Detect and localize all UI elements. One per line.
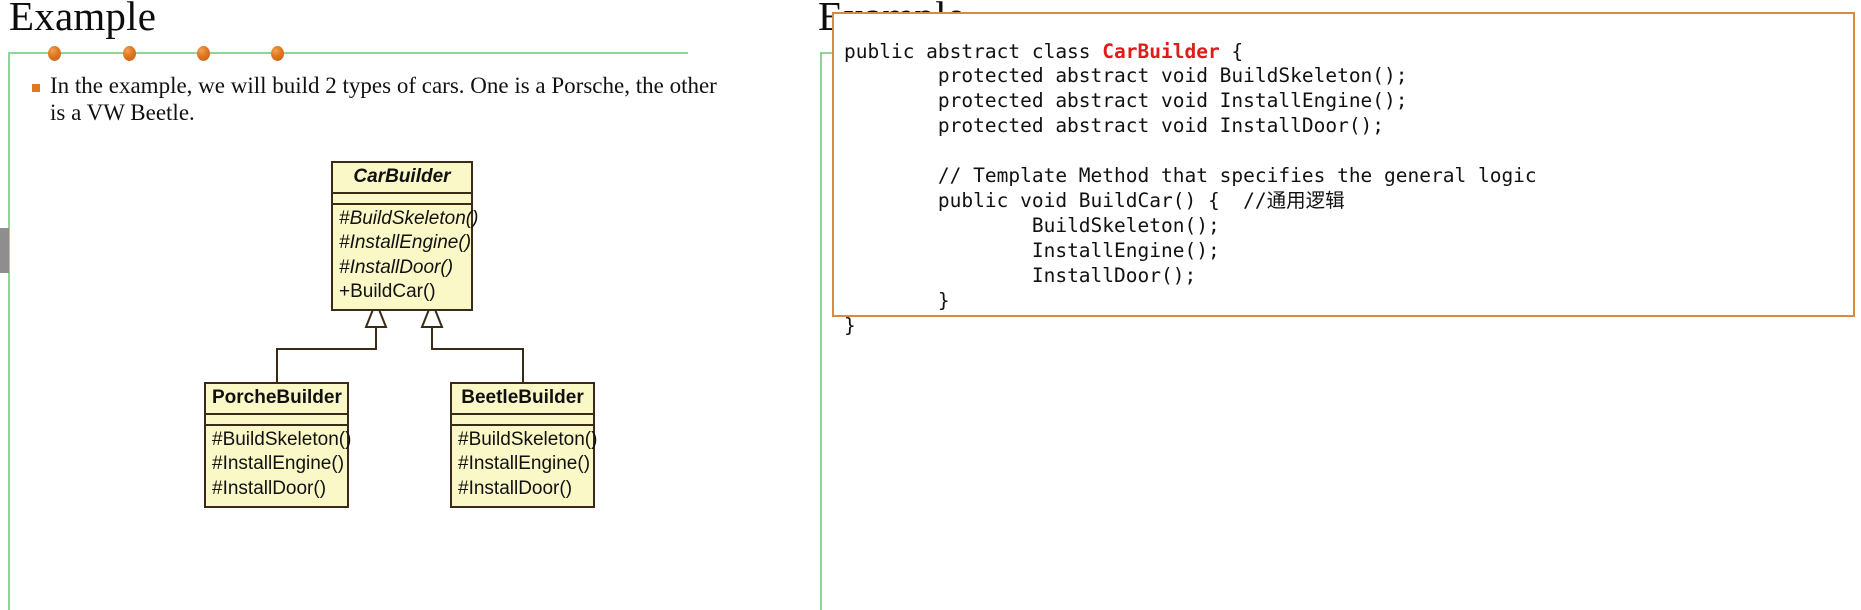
uml-operation: #InstallDoor(): [458, 477, 573, 499]
code-line: // Template Method that specifies the ge…: [844, 164, 1537, 187]
code-token: protected abstract void InstallDoor();: [937, 114, 1385, 138]
code-token: public void BuildCar() { //通用逻辑: [937, 189, 1345, 213]
code-line: InstallDoor();: [844, 264, 1196, 287]
uml-operations-compartment: #BuildSkeleton() #InstallEngine() #Insta…: [333, 205, 479, 309]
uml-operations-compartment: #BuildSkeleton() #InstallEngine() #Insta…: [206, 426, 352, 506]
slide-left: Example In the example, we will build 2 …: [0, 0, 810, 610]
bullet-text: In the example, we will build 2 types of…: [50, 73, 717, 126]
page-title: Example: [9, 0, 157, 39]
uml-operation: #InstallEngine(): [339, 232, 472, 254]
code-line: public void BuildCar() { //通用逻辑: [844, 189, 1345, 212]
code-token: BuildSkeleton();: [1031, 214, 1220, 238]
collapsed-panel-tab[interactable]: [0, 228, 9, 273]
uml-class-name: BeetleBuilder: [452, 384, 593, 415]
bead-decoration-2: [123, 46, 136, 61]
code-class-name: CarBuilder: [1102, 39, 1220, 63]
code-line: BuildSkeleton();: [844, 214, 1220, 237]
bead-decoration-3: [197, 46, 210, 61]
uml-class-carbuilder: CarBuilder #BuildSkeleton() #InstallEngi…: [331, 161, 479, 312]
slide-left-header-rule: [8, 52, 688, 54]
code-token: InstallDoor();: [1031, 264, 1197, 288]
list-item: In the example, we will build 2 types of…: [32, 72, 732, 126]
uml-attributes-compartment: [333, 194, 471, 205]
code-token: protected abstract void BuildSkeleton();: [937, 64, 1408, 88]
uml-operation: #InstallDoor(): [212, 477, 327, 499]
code-block: public abstract class CarBuilder { prote…: [832, 12, 1861, 337]
uml-operation: #BuildSkeleton(): [458, 429, 598, 450]
slide-deck: Example In the example, we will build 2 …: [0, 0, 1861, 610]
code-token: }: [937, 289, 950, 313]
uml-operation: #InstallEngine(): [458, 453, 591, 475]
uml-operation: #InstallDoor(): [339, 256, 454, 278]
code-line: }: [844, 314, 856, 337]
code-line: public abstract class CarBuilder {: [844, 40, 1243, 63]
code-line: InstallEngine();: [844, 239, 1220, 262]
code-text: public abstract class CarBuilder { prote…: [844, 40, 1537, 339]
code-token: public abstract class: [844, 39, 1103, 63]
uml-attributes-compartment: [452, 415, 593, 426]
code-token: InstallEngine();: [1031, 239, 1220, 263]
uml-attributes-compartment: [206, 415, 347, 426]
slide-right: Example public abstract class CarBuilder…: [810, 0, 1861, 610]
square-bullet-icon: [32, 84, 40, 92]
code-token: {: [1219, 39, 1244, 63]
bullet-list: In the example, we will build 2 types of…: [32, 72, 732, 126]
code-line: protected abstract void InstallDoor();: [844, 114, 1384, 137]
uml-operation: +BuildCar(): [339, 280, 436, 302]
uml-operation: #BuildSkeleton(): [339, 208, 479, 229]
code-token: }: [844, 313, 856, 337]
uml-operation: #BuildSkeleton(): [212, 429, 352, 450]
uml-class-name: CarBuilder: [333, 163, 471, 194]
code-line: }: [844, 289, 950, 312]
code-line: protected abstract void BuildSkeleton();: [844, 64, 1408, 87]
bead-decoration-1: [48, 46, 61, 61]
uml-class-porchebuilder: PorcheBuilder #BuildSkeleton() #InstallE…: [204, 382, 352, 508]
code-token: // Template Method that specifies the ge…: [937, 164, 1537, 188]
code-line: protected abstract void InstallEngine();: [844, 89, 1408, 112]
uml-class-beetlebuilder: BeetleBuilder #BuildSkeleton() #InstallE…: [450, 382, 598, 508]
uml-operation: #InstallEngine(): [212, 453, 345, 475]
uml-operations-compartment: #BuildSkeleton() #InstallEngine() #Insta…: [452, 426, 598, 506]
uml-class-diagram: CarBuilder #BuildSkeleton() #InstallEngi…: [0, 150, 810, 610]
uml-class-name: PorcheBuilder: [206, 384, 347, 415]
slide-right-vertical-rule: [820, 52, 822, 610]
code-token: protected abstract void InstallEngine();: [937, 89, 1408, 113]
bead-decoration-4: [271, 46, 284, 61]
